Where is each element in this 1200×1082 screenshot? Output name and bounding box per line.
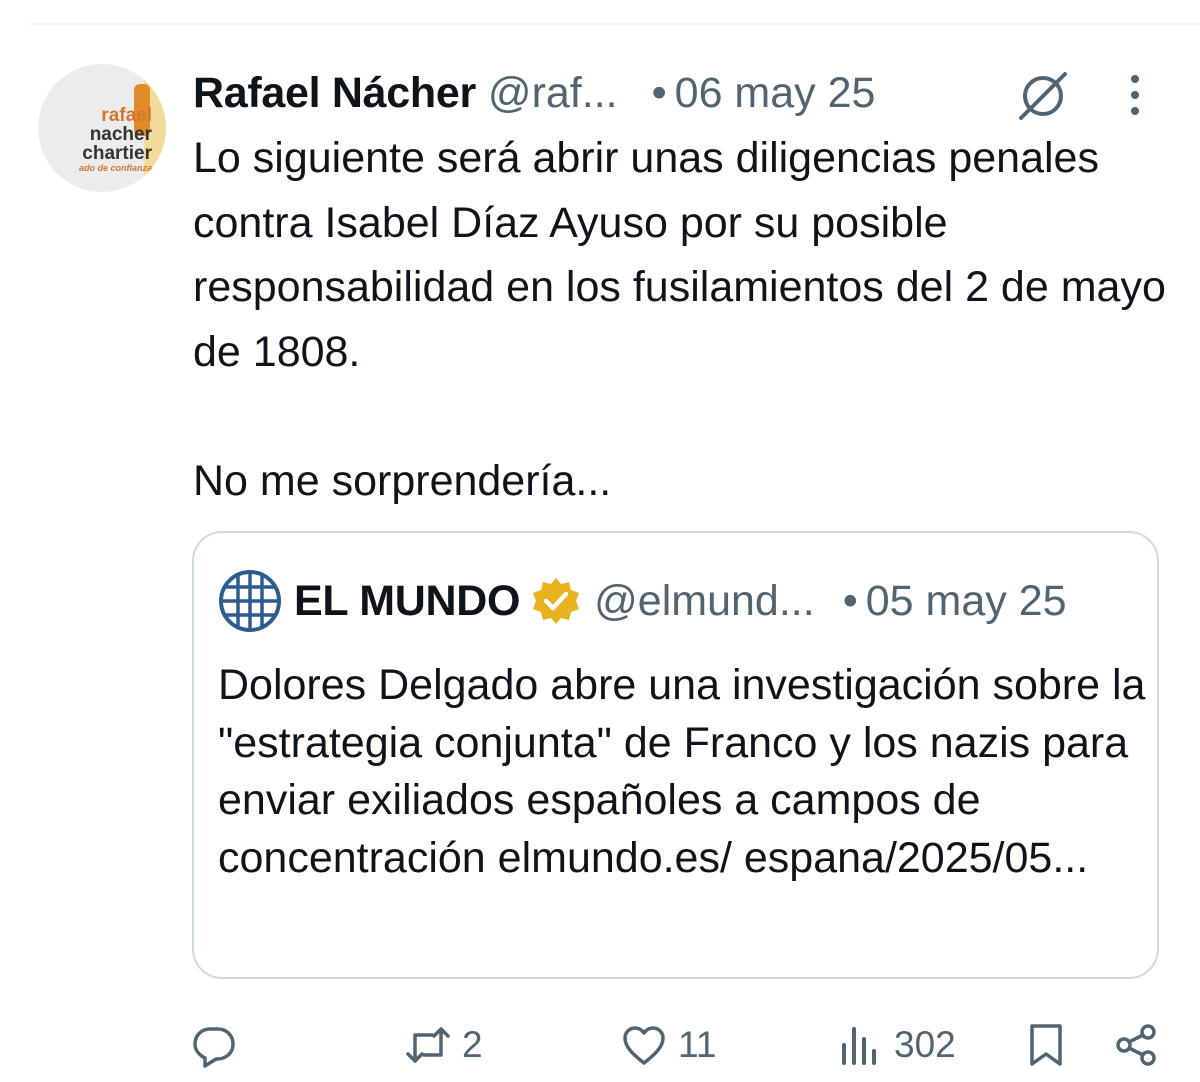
tweet-date[interactable]: 06 may 25 [675,69,876,118]
retweet-icon [406,1027,450,1063]
top-divider [30,23,1200,25]
reply-icon [193,1027,235,1068]
avatar-text-line-4: ado de confianza [78,163,152,173]
views-count: 302 [894,1024,956,1065]
author-handle[interactable]: @raf... [488,69,618,118]
quoted-tweet-header: EL MUNDO @elmund... • 05 may 25 [218,569,1067,633]
quoted-tweet[interactable]: EL MUNDO @elmund... • 05 may 25 Dolores … [192,531,1159,979]
views-icon [842,1027,876,1065]
retweet-button[interactable]: 2 [404,1018,483,1072]
quoted-author-name[interactable]: EL MUNDO [294,577,520,626]
verified-badge-icon [533,578,580,624]
share-icon [1116,1024,1156,1066]
quoted-author-handle[interactable]: @elmund... [594,577,815,626]
tweet-paragraph-2: No me sorprendería... [193,456,612,505]
bookmark-icon [1030,1024,1062,1066]
bookmark-button[interactable] [1022,1018,1070,1072]
heart-icon [623,1026,665,1065]
avatar-text-line-3: chartier [82,143,152,164]
grok-icon[interactable] [1015,68,1071,124]
reply-button[interactable] [190,1018,238,1072]
like-count: 11 [678,1024,717,1065]
like-button[interactable]: 11 [620,1018,716,1072]
author-name[interactable]: Rafael Nácher [193,69,476,118]
share-button[interactable] [1112,1018,1160,1072]
action-bar: 2 11 302 [0,1008,1200,1078]
avatar[interactable]: rafael nacher chartier ado de confianza [38,64,166,192]
retweet-count: 2 [462,1024,483,1065]
globe-logo-icon [219,570,281,632]
tweet-text: Lo siguiente será abrir unas diligencias… [193,126,1183,513]
more-options-icon[interactable] [1118,70,1152,120]
quoted-tweet-text: Dolores Delgado abre una investigación s… [218,661,1146,882]
tweet-paragraph-1: Lo siguiente será abrir unas diligencias… [193,134,1166,376]
quoted-header-separator: • [842,576,858,625]
tweet-header: Rafael Nácher @raf... • 06 may 25 [193,66,875,120]
header-separator: • [651,68,667,117]
quoted-tweet-date[interactable]: 05 may 25 [866,577,1067,626]
views-button[interactable]: 302 [836,1018,956,1072]
avatar-text-line-2: nacher [89,124,152,145]
avatar-text-line-1: rafael [101,105,152,126]
